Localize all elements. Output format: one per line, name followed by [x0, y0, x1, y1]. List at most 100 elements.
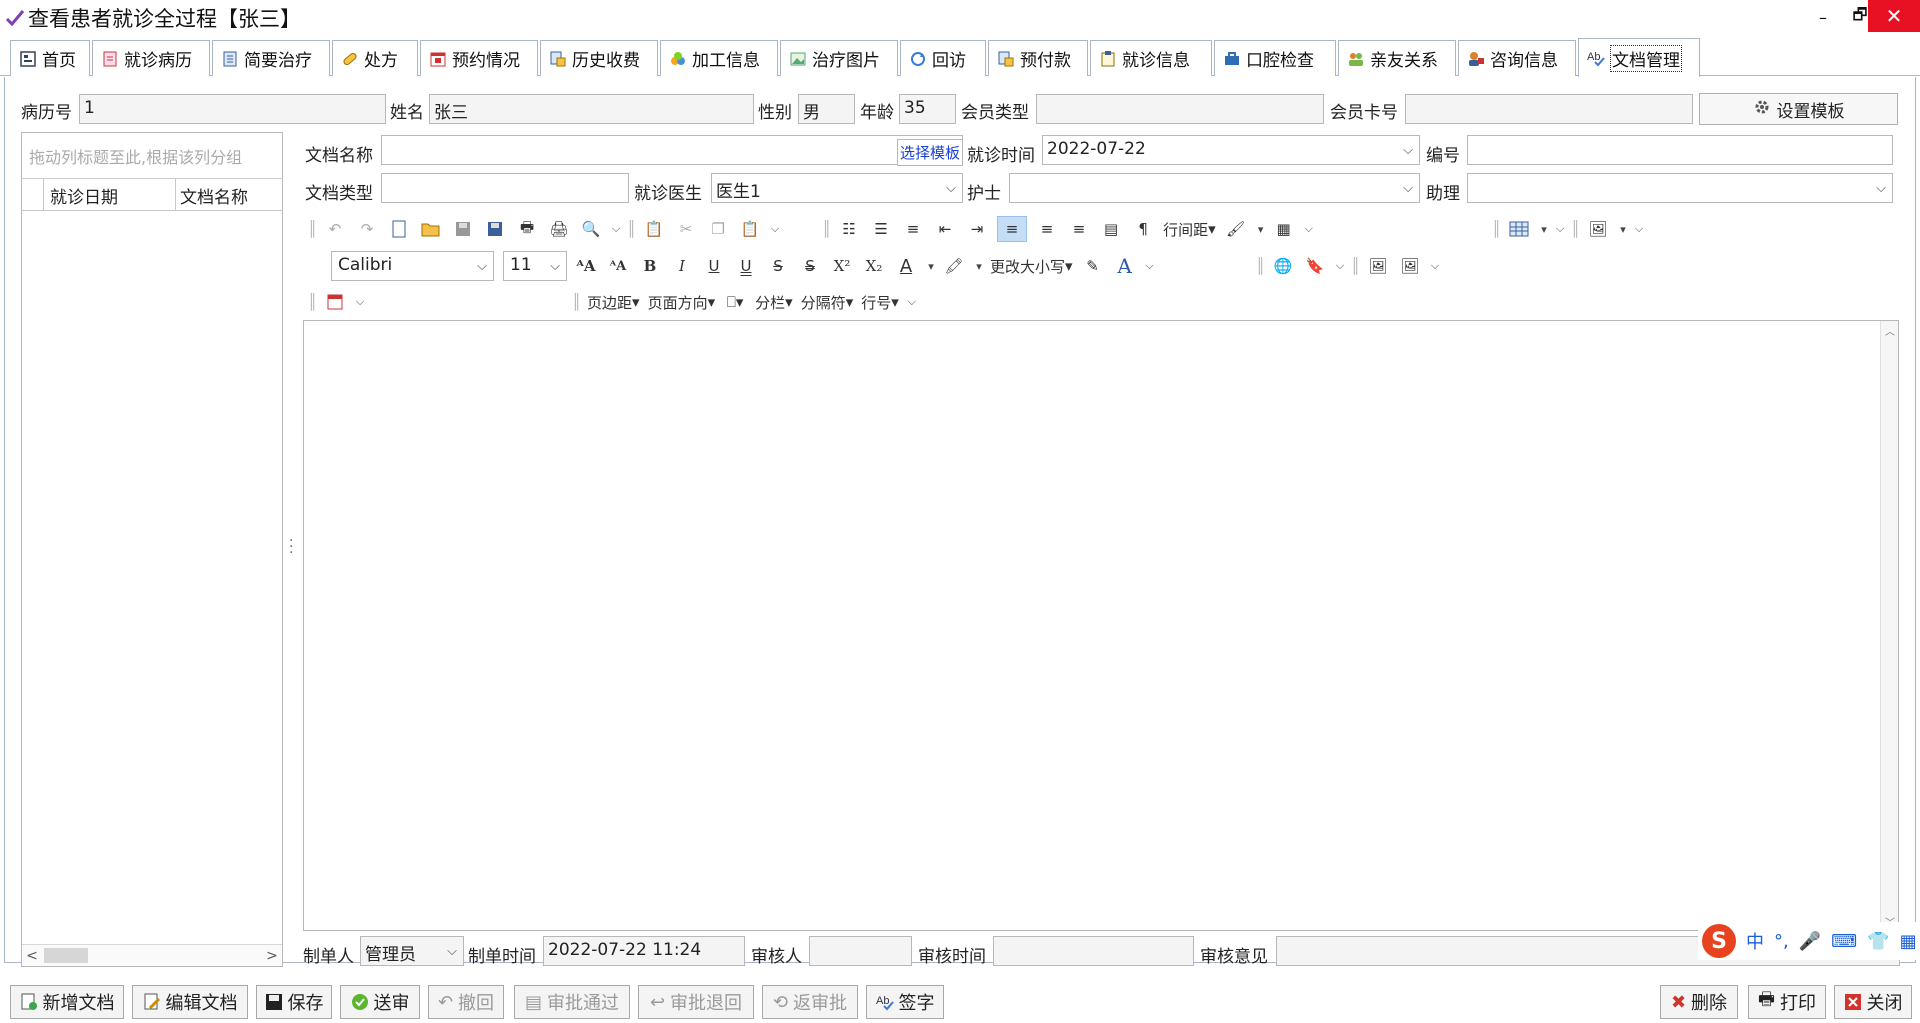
punctuation-icon[interactable]: °, — [1774, 931, 1789, 952]
submit-review-button[interactable]: 送审 — [340, 985, 420, 1019]
tab-payment-history[interactable]: 历史收费 — [540, 40, 658, 76]
superscript-icon[interactable]: X² — [830, 253, 854, 279]
shading-icon[interactable]: 🖌 — [1224, 216, 1248, 242]
tab-visit-info[interactable]: 就诊信息 — [1090, 40, 1212, 76]
reject-button[interactable]: ↩ 审批退回 — [638, 985, 754, 1019]
keyboard-icon[interactable]: ⌨ — [1831, 931, 1857, 952]
undo-icon[interactable]: ↶ — [323, 216, 347, 242]
font-name-select[interactable]: Calibri ⌵ — [331, 251, 494, 281]
open-folder-icon[interactable] — [419, 216, 443, 242]
breaks-button[interactable]: 分隔符 ▾ — [801, 289, 854, 315]
gender-field[interactable]: 男 — [798, 94, 855, 124]
chevron-down-icon[interactable]: ⌵ — [770, 216, 780, 242]
italic-icon[interactable]: I — [670, 253, 694, 279]
chevron-down-icon[interactable]: ▾ — [926, 253, 936, 279]
chevron-down-icon[interactable]: ▾ — [1618, 216, 1628, 242]
chevron-down-icon[interactable]: ⌵ — [1555, 216, 1565, 242]
font-color-icon[interactable]: A — [894, 253, 918, 279]
doctor-select[interactable]: 医生1 ⌵ — [711, 173, 963, 203]
numbered-list-icon[interactable]: ☰ — [869, 216, 893, 242]
doc-name-field[interactable] — [381, 135, 963, 165]
bold-icon[interactable]: B — [638, 253, 662, 279]
visit-time-picker[interactable]: 2022-07-22 ⌵ — [1042, 135, 1420, 165]
microphone-icon[interactable]: 🎤 — [1799, 931, 1821, 952]
chevron-down-icon[interactable]: ⌵ — [355, 289, 365, 315]
scroll-thumb[interactable] — [44, 948, 88, 963]
reviewer-field[interactable] — [809, 936, 912, 966]
name-field[interactable]: 张三 — [429, 94, 754, 124]
create-time-field[interactable]: 2022-07-22 11:24 — [543, 936, 745, 966]
ime-lang-toggle[interactable]: 中 — [1746, 928, 1764, 954]
chevron-down-icon[interactable]: ▾ — [1256, 216, 1266, 242]
margins-button[interactable]: 页边距 ▾ — [587, 289, 640, 315]
horizontal-scrollbar[interactable]: < > — [22, 944, 282, 966]
columns-button[interactable]: 分栏 ▾ — [755, 289, 793, 315]
chevron-down-icon[interactable]: ⌵ — [942, 176, 960, 200]
chevron-down-icon[interactable]: ⌵ — [1145, 253, 1155, 279]
increase-indent-icon[interactable]: ⇥ — [965, 216, 989, 242]
tab-appointments[interactable]: 预约情况 — [420, 40, 538, 76]
line-numbers-button[interactable]: 行号 ▾ — [861, 289, 899, 315]
chevron-down-icon[interactable]: ⌵ — [1430, 253, 1440, 279]
record-no-field[interactable]: 1 — [79, 94, 386, 124]
paragraph-format-icon[interactable]: ▦ — [1272, 216, 1296, 242]
column-header-doc-name[interactable]: 文档名称 — [176, 179, 282, 210]
pilcrow-icon[interactable]: ¶ — [1131, 216, 1155, 242]
age-field[interactable]: 35 — [899, 94, 956, 124]
paste-special-icon[interactable]: 📋 — [738, 216, 762, 242]
redo-icon[interactable]: ↷ — [355, 216, 379, 242]
chevron-down-icon[interactable]: ⌵ — [1399, 176, 1417, 200]
align-right-icon[interactable]: ≡ — [1067, 216, 1091, 242]
chevron-down-icon[interactable]: ⌵ — [1872, 176, 1890, 200]
underline-icon[interactable]: U — [702, 253, 726, 279]
splitter-handle[interactable]: · · · — [289, 534, 295, 560]
hyperlink-icon[interactable]: 🌐 — [1271, 253, 1295, 279]
tab-oral-exam[interactable]: 口腔检查 — [1214, 40, 1336, 76]
new-document-icon[interactable] — [387, 216, 411, 242]
chevron-down-icon[interactable]: ▾ — [1539, 216, 1549, 242]
chevron-down-icon[interactable]: ⌵ — [1335, 253, 1345, 279]
double-strikethrough-icon[interactable]: S — [798, 253, 822, 279]
scroll-left-icon[interactable]: < — [22, 945, 42, 967]
subscript-icon[interactable]: X₂ — [862, 253, 886, 279]
review-time-field[interactable] — [993, 936, 1194, 966]
font-dialog-icon[interactable]: A — [1113, 253, 1137, 279]
unapprove-button[interactable]: ⟲ 返审批 — [762, 985, 858, 1019]
assistant-select[interactable]: ⌵ — [1467, 173, 1893, 203]
tab-treatment-images[interactable]: 治疗图片 — [780, 40, 898, 76]
doc-type-field[interactable] — [381, 173, 629, 203]
tab-consultation[interactable]: 咨询信息 — [1458, 40, 1576, 76]
set-template-button[interactable]: 设置模板 — [1699, 93, 1898, 125]
font-size-select[interactable]: 11 ⌵ — [503, 251, 567, 281]
orientation-button[interactable]: 页面方向 ▾ — [648, 289, 716, 315]
bullet-list-icon[interactable]: ☷ — [837, 216, 861, 242]
table-icon[interactable] — [1507, 216, 1531, 242]
new-document-button[interactable]: 新增文档 — [10, 985, 124, 1019]
chevron-down-icon[interactable]: ⌵ — [1634, 216, 1644, 242]
tab-processing-info[interactable]: 加工信息 — [660, 40, 778, 76]
save-as-icon[interactable] — [483, 216, 507, 242]
chevron-down-icon[interactable]: ⌵ — [907, 289, 917, 315]
rich-text-editor[interactable]: ︿ ﹀ — [303, 320, 1899, 931]
header-footer-icon[interactable] — [323, 289, 347, 315]
save-button[interactable]: 保存 — [256, 985, 332, 1019]
grow-font-icon[interactable]: ᴬA — [574, 253, 598, 279]
save-icon[interactable] — [451, 216, 475, 242]
tab-document-management[interactable]: Ab 文档管理 — [1578, 38, 1700, 77]
chevron-down-icon[interactable]: ⌵ — [546, 254, 564, 278]
print-preview-icon[interactable]: 🔍 — [579, 216, 603, 242]
chevron-down-icon[interactable]: ⌵ — [473, 254, 491, 278]
sign-button[interactable]: Ab 签字 — [866, 985, 944, 1019]
edit-document-button[interactable]: 编辑文档 — [132, 985, 248, 1019]
member-type-field[interactable] — [1036, 94, 1324, 124]
line-spacing-button[interactable]: 行间距 ▾ — [1163, 216, 1216, 242]
chevron-down-icon[interactable]: ▾ — [974, 253, 984, 279]
print-icon[interactable]: 🖶 — [515, 216, 539, 242]
align-left-icon[interactable]: ≡ — [997, 216, 1028, 242]
change-case-button[interactable]: 更改大小写 ▾ — [990, 253, 1073, 279]
clear-format-icon[interactable]: ✎ — [1081, 253, 1105, 279]
image-right-icon[interactable]: 🖼 — [1398, 253, 1422, 279]
tab-brief-treatment[interactable]: 简要治疗 — [212, 40, 330, 76]
image-left-icon[interactable]: 🖼 — [1366, 253, 1390, 279]
chevron-down-icon[interactable]: ⌵ — [611, 216, 621, 242]
